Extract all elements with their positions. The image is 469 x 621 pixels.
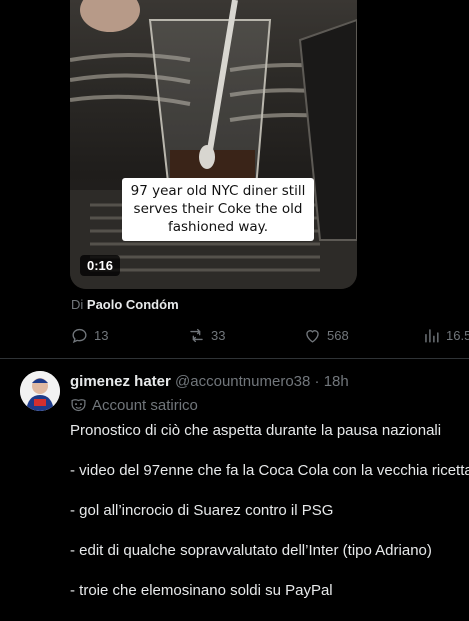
repost-count: 33 [211, 328, 226, 343]
repost-button[interactable]: 33 [187, 326, 225, 345]
views-count: 16.5 [446, 328, 469, 343]
avatar-image [20, 371, 60, 411]
attribution-author[interactable]: Paolo Condóm [87, 297, 179, 312]
tweet-line: - edit di qualche sopravvalutato dell’In… [70, 542, 432, 559]
video-frame [70, 0, 357, 289]
satire-mask-icon [71, 399, 86, 412]
views-button[interactable]: 16.5 [422, 326, 469, 345]
like-icon [306, 330, 319, 343]
tweet-video-player[interactable]: 97 year old NYC diner still serves their… [70, 0, 357, 289]
like-count: 568 [327, 328, 349, 343]
author-name[interactable]: gimenez hater [70, 373, 171, 390]
reply-icon [72, 328, 87, 344]
satire-text: Account satirico [92, 397, 198, 414]
tweet-time[interactable]: 18h [324, 373, 349, 390]
tweet-line: Pronostico di ciò che aspetta durante la… [70, 422, 442, 439]
like-button[interactable]: 568 [303, 326, 349, 345]
attribution-prefix: Di [71, 297, 84, 312]
tweet-line: - troie che elemosinano soldi su PayPal [70, 582, 333, 599]
reply-button[interactable]: 13 [70, 326, 108, 345]
tweet-line: - video del 97enne che fa la Coca Cola c… [70, 462, 469, 479]
tweet-body: Pronostico di ciò che aspetta durante la… [70, 421, 469, 621]
avatar[interactable] [20, 371, 60, 411]
views-icon [425, 329, 439, 343]
header-separator: · [314, 373, 320, 390]
tweet-header: gimenez hater @accountnumero38 · 18h [70, 373, 349, 390]
tweet-divider [0, 358, 469, 359]
video-caption: 97 year old NYC diner still serves their… [122, 178, 314, 241]
tweet-line: - gol all’incrocio di Suarez contro il P… [70, 502, 334, 519]
media-attribution: Di Paolo Condóm [71, 297, 179, 312]
reply-count: 13 [94, 328, 109, 343]
video-duration: 0:16 [80, 255, 121, 276]
author-handle[interactable]: @accountnumero38 [175, 373, 310, 390]
repost-icon [190, 328, 203, 343]
tweet-actions: 13 33 568 16.5 [70, 326, 469, 348]
satire-label: Account satirico [70, 397, 198, 414]
